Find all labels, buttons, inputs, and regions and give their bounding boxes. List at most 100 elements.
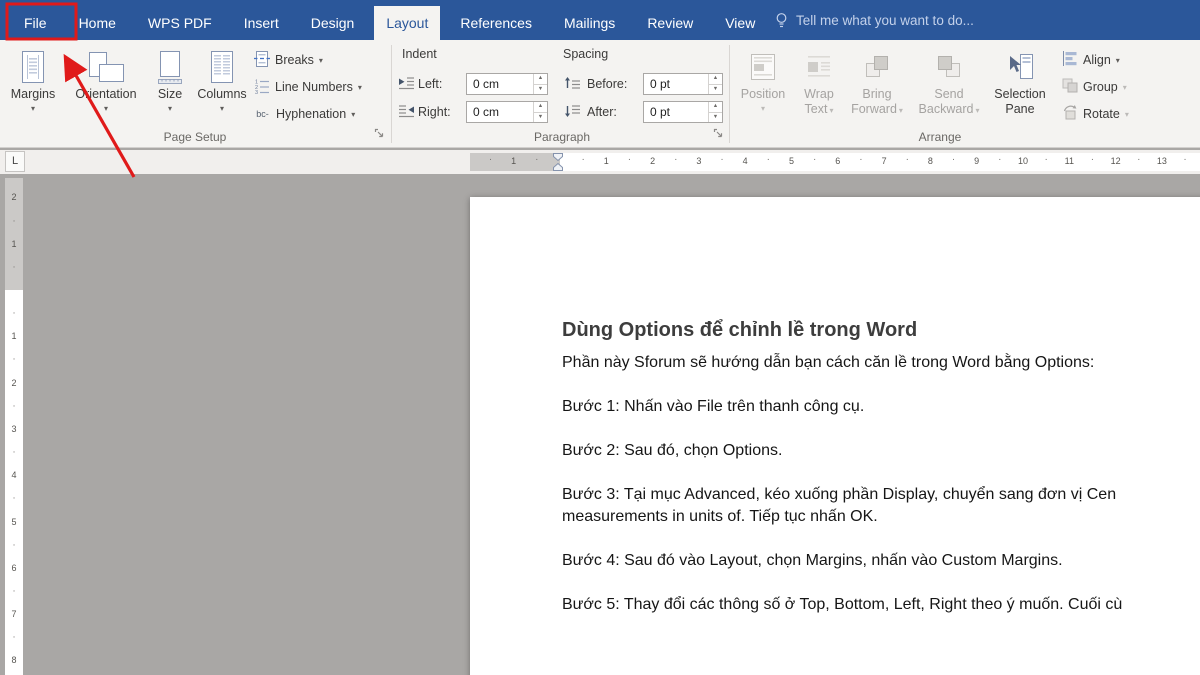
wrap-text-button[interactable]: Wrap Text▾ [794, 43, 844, 145]
breaks-button[interactable]: Breaks ▾ [254, 48, 323, 72]
ruler-number: 2 [5, 378, 23, 388]
ruler-tick: · [581, 154, 584, 165]
ruler-tick: · [5, 400, 23, 411]
ruler-tick: · [1137, 154, 1140, 165]
dropdown-arrow-icon: ▾ [1123, 83, 1127, 92]
dropdown-arrow-icon: ▾ [168, 104, 172, 113]
ruler-number: 4 [743, 156, 748, 166]
paragraph[interactable]: Bước 1: Nhấn vào File trên thanh công cụ… [562, 396, 1200, 418]
spinner-up-icon[interactable]: ▲ [709, 102, 722, 113]
paragraph-dialog-launcher-button[interactable] [711, 127, 725, 140]
ruler-tick: · [5, 215, 23, 226]
spinner-down-icon[interactable]: ▼ [534, 113, 547, 123]
spinner-up-icon[interactable]: ▲ [534, 102, 547, 113]
ruler-tick: · [489, 154, 492, 165]
selection-pane-icon [1005, 47, 1035, 87]
spacing-before-label: Before: [587, 77, 627, 91]
spinner-down-icon[interactable]: ▼ [709, 85, 722, 95]
ruler-number: 1 [511, 156, 516, 166]
position-button[interactable]: Position ▾ [736, 43, 790, 145]
tab-home[interactable]: Home [67, 6, 128, 40]
position-icon [748, 47, 778, 87]
tab-view[interactable]: View [713, 6, 767, 40]
ruler-number: 5 [5, 517, 23, 527]
tab-stop-selector[interactable]: L [5, 151, 25, 172]
svg-text:3: 3 [255, 90, 258, 94]
spinner-up-icon[interactable]: ▲ [534, 74, 547, 85]
first-line-indent-marker[interactable] [554, 154, 563, 161]
group-divider [391, 45, 392, 143]
dropdown-arrow-icon: ▾ [220, 104, 224, 113]
ruler-number: 2 [5, 192, 23, 202]
document-paragraphs: Phần này Sforum sẽ hướng dẫn bạn cách că… [562, 352, 1200, 616]
tab-wps-pdf[interactable]: WPS PDF [136, 6, 224, 40]
document-heading[interactable]: Dùng Options để chỉnh lề trong Word [562, 319, 1200, 342]
paragraph[interactable]: Bước 3: Tại mục Advanced, kéo xuống phần… [562, 484, 1200, 528]
group-divider [729, 45, 730, 143]
spinner-down-icon[interactable]: ▼ [534, 85, 547, 95]
page-setup-dialog-launcher-button[interactable] [372, 127, 386, 140]
indent-right-input[interactable]: 0 cm ▲▼ [466, 101, 548, 123]
ruler-tick: · [952, 154, 955, 165]
hanging-indent-marker[interactable] [554, 164, 563, 171]
line-numbers-button[interactable]: 123 Line Numbers ▾ [254, 75, 362, 99]
ruler-tick: · [5, 447, 23, 458]
size-icon [157, 47, 183, 87]
ruler-tick: · [5, 539, 23, 550]
vertical-ruler-band[interactable]: 1212345678··········· [5, 178, 23, 675]
tab-mailings[interactable]: Mailings [552, 6, 627, 40]
text-line: Bước 1: Nhấn vào File trên thanh công cụ… [562, 396, 1200, 418]
horizontal-ruler-band[interactable]: 1212345678910111213················· [470, 153, 1200, 171]
ruler-tick: · [674, 154, 677, 165]
tab-file[interactable]: File [12, 6, 59, 40]
dialog-launcher-icon [374, 128, 385, 139]
tell-me-box[interactable]: Tell me what you want to do... [775, 0, 974, 40]
align-button[interactable]: Align ▾ [1062, 48, 1120, 72]
lightbulb-icon [775, 12, 788, 29]
spacing-before-input[interactable]: 0 pt ▲▼ [643, 73, 723, 95]
ruler-number: 4 [5, 470, 23, 480]
tab-design[interactable]: Design [299, 6, 367, 40]
indent-right-label: Right: [418, 105, 451, 119]
tab-insert[interactable]: Insert [232, 6, 291, 40]
ruler-tick: · [1044, 154, 1047, 165]
ruler-number: 12 [1111, 156, 1121, 166]
ruler-number: 2 [650, 156, 655, 166]
text-line: Bước 2: Sau đó, chọn Options. [562, 440, 1200, 462]
ruler-tick: · [5, 354, 23, 365]
hyphenation-button[interactable]: bc- Hyphenation ▾ [254, 102, 355, 126]
paragraph[interactable]: Bước 4: Sau đó vào Layout, chọn Margins,… [562, 550, 1200, 572]
dropdown-arrow-icon: ▾ [899, 106, 903, 115]
tab-review[interactable]: Review [635, 6, 705, 40]
breaks-icon [254, 51, 270, 70]
paragraph[interactable]: Bước 2: Sau đó, chọn Options. [562, 440, 1200, 462]
paragraph-group-label: Paragraph [395, 130, 729, 144]
spinner-down-icon[interactable]: ▼ [709, 113, 722, 123]
spinner-up-icon[interactable]: ▲ [709, 74, 722, 85]
ruler-bar: L 1212345678910111213················· [0, 150, 1200, 174]
ruler-number: 9 [974, 156, 979, 166]
dropdown-arrow-icon: ▾ [351, 110, 355, 119]
spacing-after-input[interactable]: 0 pt ▲▼ [643, 101, 723, 123]
hyphenation-icon: bc- [254, 109, 271, 119]
group-button[interactable]: Group ▾ [1062, 75, 1127, 99]
ruler-tick: · [535, 154, 538, 165]
document-page[interactable]: Dùng Options để chỉnh lề trong Word Phần… [470, 197, 1200, 675]
ruler-number: 6 [835, 156, 840, 166]
align-icon [1062, 51, 1078, 69]
tab-references[interactable]: References [448, 6, 544, 40]
paragraph[interactable]: Phần này Sforum sẽ hướng dẫn bạn cách că… [562, 352, 1200, 374]
ruler-tick: · [628, 154, 631, 165]
margins-icon [19, 47, 47, 87]
ruler-tick: · [859, 154, 862, 165]
indent-left-input[interactable]: 0 cm ▲▼ [466, 73, 548, 95]
ruler-number: 1 [5, 331, 23, 341]
paragraph[interactable]: Bước 5: Thay đổi các thông số ở Top, Bot… [562, 594, 1200, 616]
ruler-tick: · [5, 493, 23, 504]
dropdown-arrow-icon: ▾ [761, 104, 765, 113]
spacing-section-label: Spacing [563, 47, 608, 61]
rotate-button[interactable]: Rotate ▾ [1062, 102, 1129, 126]
spacing-after-label: After: [587, 105, 617, 119]
tab-layout[interactable]: Layout [374, 6, 440, 40]
dropdown-arrow-icon: ▾ [975, 106, 979, 115]
